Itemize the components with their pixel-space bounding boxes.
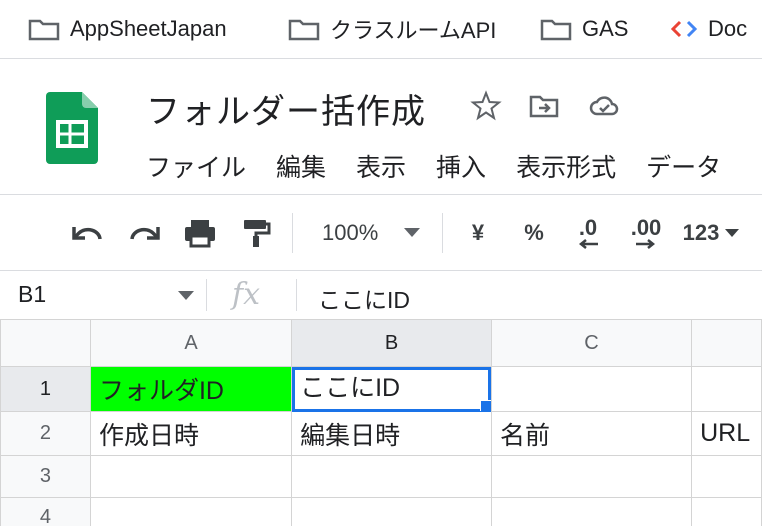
menu-edit[interactable]: 編集: [276, 148, 326, 184]
bookmark-label: Doc: [708, 16, 748, 41]
toolbar-separator: [292, 213, 293, 253]
cell-c3[interactable]: [490, 455, 693, 498]
formula-input[interactable]: ここにID: [318, 281, 410, 315]
cell-b1-selected[interactable]: ここにID: [291, 366, 492, 412]
column-header-b[interactable]: B: [291, 319, 492, 367]
cell-b3[interactable]: [291, 455, 492, 498]
spreadsheet-grid: A B C 1 フォルダID ここにID 2 作成日時 編集日時 名前 URL …: [0, 319, 762, 526]
cell-table: A B C 1 フォルダID ここにID 2 作成日時 編集日時 名前 URL …: [0, 319, 762, 526]
zoom-value: 100%: [322, 220, 379, 245]
chevron-down-icon: [725, 228, 740, 237]
menu-format[interactable]: 表示形式: [516, 148, 616, 184]
row-header-2[interactable]: 2: [0, 411, 91, 456]
cell-c1[interactable]: [490, 366, 693, 412]
bookmarks-bar: AppSheetJapan クラスルームAPI GAS Doc: [0, 0, 762, 59]
folder-icon: [28, 19, 60, 41]
cell-d1[interactable]: [691, 366, 762, 412]
cloud-saved-icon[interactable]: [588, 90, 620, 122]
chevron-down-icon[interactable]: [178, 291, 194, 301]
bookmark-label: クラスルームAPI: [330, 18, 497, 43]
menu-data[interactable]: データ: [646, 148, 721, 184]
row-header-4[interactable]: 4: [0, 497, 91, 526]
increase-decimal-button[interactable]: .00: [624, 215, 668, 251]
column-header-a[interactable]: A: [89, 319, 293, 367]
cell-a4[interactable]: [89, 497, 293, 526]
more-formats-button[interactable]: 123: [678, 215, 744, 251]
cell-d4[interactable]: [691, 497, 762, 526]
redo-icon[interactable]: [126, 215, 162, 251]
chevron-down-icon: [404, 228, 421, 237]
cell-c2[interactable]: 名前: [490, 411, 693, 456]
decimal-label: .0: [578, 215, 598, 240]
menu-file[interactable]: ファイル: [146, 148, 246, 184]
toolbar: 100% ¥ % .0 .00 123: [0, 194, 762, 269]
bookmark-appsheetjapan[interactable]: AppSheetJapan: [28, 14, 227, 44]
print-icon[interactable]: [182, 215, 218, 251]
cell-d3[interactable]: [691, 455, 762, 498]
select-all-corner[interactable]: [0, 319, 91, 367]
menu-insert[interactable]: 挿入: [436, 148, 486, 184]
code-icon: [670, 20, 698, 38]
bookmark-label: AppSheetJapan: [70, 16, 227, 41]
formula-bar: B1 fx ここにID: [0, 270, 762, 320]
column-header-d[interactable]: [691, 319, 762, 367]
move-folder-icon[interactable]: [528, 90, 560, 122]
zoom-select[interactable]: 100%: [322, 215, 432, 251]
cell-c4[interactable]: [490, 497, 693, 526]
more-formats-label: 123: [682, 220, 720, 245]
cell-b1-text: ここにID: [300, 374, 401, 402]
fill-handle[interactable]: [479, 400, 491, 411]
cell-b2[interactable]: 編集日時: [291, 411, 492, 456]
star-icon[interactable]: [470, 90, 502, 122]
document-title[interactable]: フォルダー括作成: [146, 84, 426, 133]
arrow-right-icon: [636, 239, 656, 249]
column-header-c[interactable]: C: [490, 319, 693, 367]
cell-a2[interactable]: 作成日時: [89, 411, 293, 456]
row-header-3[interactable]: 3: [0, 455, 91, 498]
bookmark-label: GAS: [582, 16, 629, 41]
arrow-left-icon: [578, 239, 598, 249]
cell-d2[interactable]: URL: [691, 411, 762, 456]
cell-a1[interactable]: フォルダID: [89, 366, 293, 412]
bookmark-gas[interactable]: GAS: [540, 14, 628, 44]
menu-bar: ファイル 編集 表示 挿入 表示形式 データ: [146, 148, 721, 184]
paint-format-icon[interactable]: [238, 215, 274, 251]
currency-format-button[interactable]: ¥: [462, 215, 494, 251]
formula-separator: [206, 279, 207, 311]
cell-a3[interactable]: [89, 455, 293, 498]
fx-icon: fx: [232, 277, 261, 312]
folder-icon: [288, 19, 320, 41]
menu-view[interactable]: 表示: [356, 148, 406, 184]
percent-format-button[interactable]: %: [518, 215, 550, 251]
folder-icon: [540, 19, 572, 41]
toolbar-separator: [442, 213, 443, 253]
cell-b4[interactable]: [291, 497, 492, 526]
row-header-1[interactable]: 1: [0, 366, 91, 412]
bookmark-doc[interactable]: Doc: [670, 14, 747, 44]
bookmark-classroom-api[interactable]: クラスルームAPI: [288, 14, 496, 44]
sheets-logo-icon[interactable]: [46, 92, 98, 164]
name-box[interactable]: B1: [18, 281, 46, 308]
decrease-decimal-button[interactable]: .0: [568, 215, 608, 251]
formula-separator: [296, 279, 297, 311]
undo-icon[interactable]: [70, 215, 106, 251]
decimal-label: .00: [630, 215, 662, 240]
